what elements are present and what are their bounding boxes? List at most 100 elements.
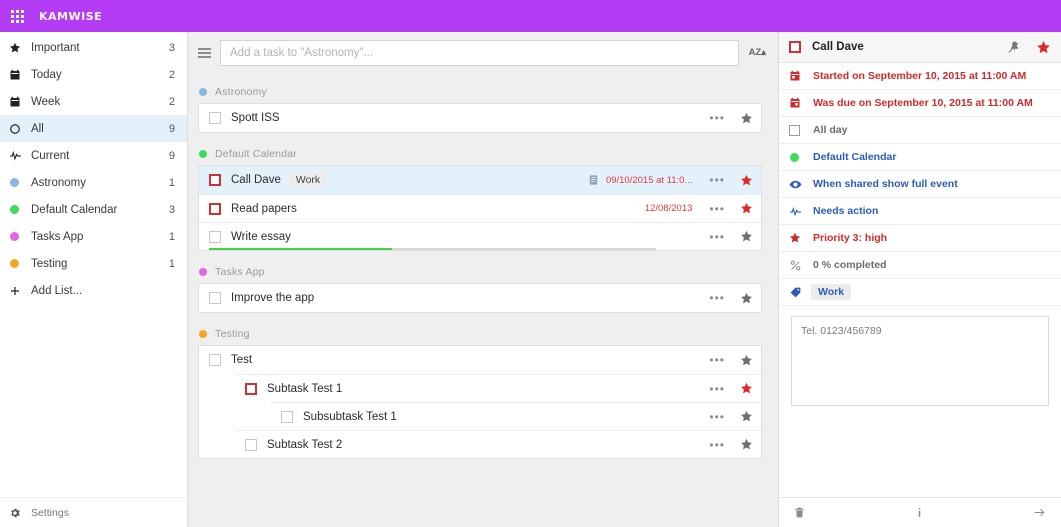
circle-icon (9, 123, 29, 135)
sidebar-item-count: 9 (168, 122, 175, 135)
notes-textarea[interactable] (791, 316, 1049, 406)
task-group-header: Testing (188, 323, 762, 345)
trash-icon[interactable] (793, 506, 806, 519)
sidebar-item-label: Current (31, 149, 70, 162)
detail-row-dot[interactable]: Default Calendar (779, 144, 1061, 171)
sidebar-item-count: 1 (168, 176, 175, 189)
table-row[interactable]: Subtask Test 2 ••• (235, 430, 761, 458)
task-star-icon[interactable] (734, 112, 755, 125)
task-checkbox[interactable] (209, 112, 221, 124)
note-icon (588, 174, 599, 186)
all-day-checkbox[interactable] (789, 124, 800, 136)
sidebar-item-tasks-app[interactable]: Tasks App 1 (0, 223, 187, 250)
table-row[interactable]: Read papers 12/08/2013 ••• (199, 194, 761, 222)
detail-row-calendar-due[interactable]: Was due on September 10, 2015 at 11:00 A… (779, 90, 1061, 117)
sidebar-item-testing[interactable]: Testing 1 (0, 250, 187, 277)
task-list: Astronomy Spott ISS ••• Default Calendar Cal… (188, 73, 778, 527)
sidebar-item-current[interactable]: Current 9 (0, 142, 187, 169)
task-checkbox[interactable] (245, 438, 257, 451)
task-star-icon[interactable] (734, 292, 755, 305)
table-row[interactable]: Subtask Test 1 ••• (235, 374, 761, 402)
detail-row-percent[interactable]: 0 % completed (779, 252, 1061, 279)
task-checkbox[interactable] (281, 410, 293, 423)
detail-row-star[interactable]: Priority 3: high (779, 225, 1061, 252)
sidebar-item-settings[interactable]: Settings (0, 497, 187, 527)
group-color-dot (199, 150, 207, 158)
sidebar-item-week[interactable]: Week 2 (0, 88, 187, 115)
calendar-icon (9, 69, 29, 81)
detail-row-eye[interactable]: When shared show full event (779, 171, 1061, 198)
add-task-input[interactable] (220, 39, 739, 66)
detail-row-calendar-start[interactable]: Started on September 10, 2015 at 11:00 A… (779, 63, 1061, 90)
pin-off-icon[interactable] (1007, 40, 1030, 54)
task-checkbox[interactable] (209, 292, 221, 304)
detail-task-checkbox[interactable] (789, 41, 801, 53)
table-row[interactable]: Call Dave Work 09/10/2015 at 11:0... ••• (199, 166, 761, 194)
apps-grid-button[interactable] (3, 2, 31, 30)
task-card: Test ••• Subtask Test 1 ••• Subsubtask Test … (198, 345, 762, 459)
detail-row-label: Started on September 10, 2015 at 11:00 A… (813, 70, 1027, 82)
task-menu-button[interactable]: ••• (700, 410, 734, 424)
task-tag[interactable]: Work (289, 172, 327, 188)
sidebar-item-add-list[interactable]: Add List... (0, 277, 187, 304)
detail-row-pulse[interactable]: Needs action (779, 198, 1061, 225)
task-checkbox[interactable] (209, 354, 221, 366)
detail-header: Call Dave (779, 32, 1061, 63)
task-title: Spott ISS (231, 112, 280, 124)
hamburger-icon[interactable] (195, 47, 217, 58)
task-star-icon[interactable] (734, 438, 755, 451)
task-star-icon[interactable] (734, 410, 755, 423)
task-menu-button[interactable]: ••• (700, 353, 734, 367)
task-checkbox[interactable] (209, 174, 221, 186)
task-menu-button[interactable]: ••• (700, 230, 734, 244)
task-menu-button[interactable]: ••• (700, 173, 734, 187)
task-checkbox[interactable] (209, 230, 221, 243)
detail-star-icon[interactable] (1030, 40, 1053, 55)
arrow-right-icon[interactable] (1032, 506, 1047, 519)
detail-row-label: Priority 3: high (813, 232, 888, 244)
table-row[interactable]: Subsubtask Test 1 ••• (271, 402, 761, 430)
detail-tag[interactable]: Work (811, 284, 852, 300)
task-title: Call Dave (231, 174, 281, 186)
percent-icon (789, 259, 811, 272)
task-star-icon[interactable] (734, 382, 755, 395)
detail-row-label: When shared show full event (813, 178, 958, 190)
table-row[interactable]: Spott ISS ••• (199, 104, 761, 132)
task-star-icon[interactable] (734, 202, 755, 215)
sidebar-item-astronomy[interactable]: Astronomy 1 (0, 169, 187, 196)
sidebar-item-default-calendar[interactable]: Default Calendar 3 (0, 196, 187, 223)
task-checkbox[interactable] (209, 202, 221, 215)
task-menu-button[interactable]: ••• (700, 382, 734, 396)
detail-row-checkbox[interactable]: All day (779, 117, 1061, 144)
task-due-date: 12/08/2013 (644, 203, 693, 214)
sidebar-item-count: 1 (168, 230, 175, 243)
task-checkbox[interactable] (245, 382, 257, 395)
gear-icon (9, 507, 29, 519)
task-group-header: Tasks App (188, 261, 762, 283)
sidebar-item-important[interactable]: Important 3 (0, 34, 187, 61)
sidebar-item-today[interactable]: Today 2 (0, 61, 187, 88)
sidebar-item-all[interactable]: All 9 (0, 115, 187, 142)
table-row[interactable]: Improve the app ••• (199, 284, 761, 312)
task-star-icon[interactable] (734, 230, 755, 243)
table-row[interactable]: Write essay ••• (199, 222, 761, 250)
center-pane: AZ▴ Astronomy Spott ISS ••• Default Calenda… (188, 32, 778, 527)
dot-icon (789, 152, 811, 162)
calendar-color-dot (790, 152, 799, 162)
brand-logo: KAMWISE (39, 9, 103, 23)
notes-section (779, 306, 1061, 497)
detail-row-tag[interactable]: Work (779, 279, 1061, 306)
plus-icon (9, 285, 29, 297)
task-star-icon[interactable] (734, 354, 755, 367)
task-star-icon[interactable] (734, 174, 755, 187)
task-title: Subsubtask Test 1 (303, 410, 397, 423)
table-row[interactable]: Test ••• (199, 346, 761, 374)
sort-button[interactable]: AZ▴ (745, 44, 770, 61)
info-icon[interactable] (913, 506, 926, 519)
task-menu-button[interactable]: ••• (700, 438, 734, 452)
sidebar-item-count: 3 (168, 203, 175, 216)
task-menu-button[interactable]: ••• (700, 291, 734, 305)
detail-footer (779, 497, 1061, 527)
task-menu-button[interactable]: ••• (700, 202, 734, 216)
task-menu-button[interactable]: ••• (700, 111, 734, 125)
